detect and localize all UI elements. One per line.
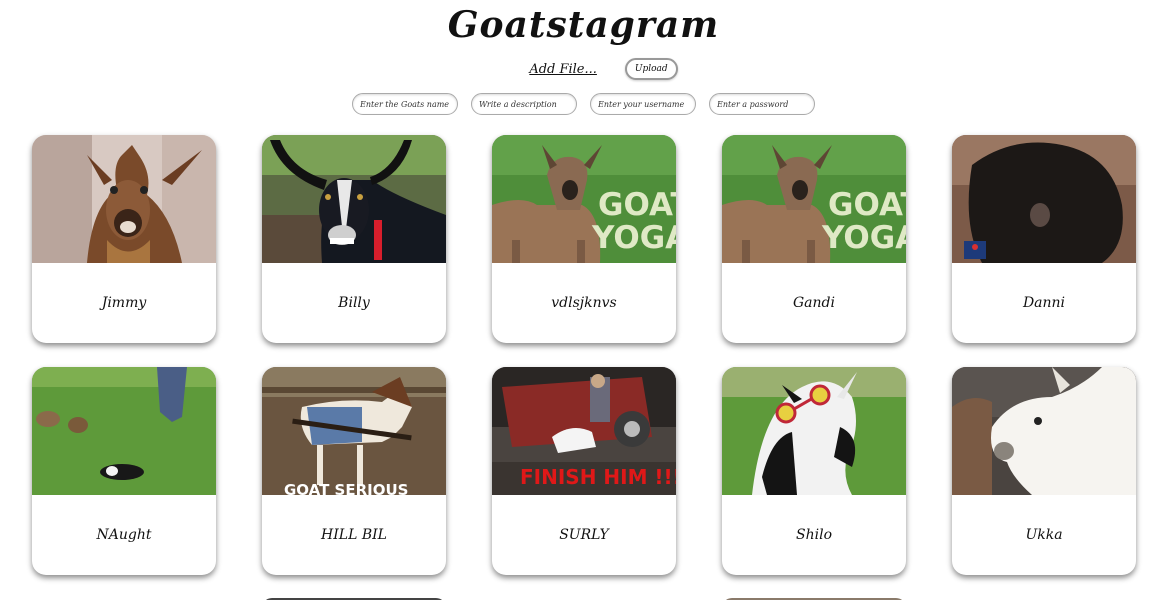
goat-card[interactable]: Danni: [952, 135, 1136, 343]
goat-photo: [722, 367, 906, 495]
goat-grid: Jimmy Billy GOA YOG vdlsjknvs GOA YOG Ga…: [32, 135, 1136, 575]
username-input[interactable]: [590, 93, 696, 115]
add-file-button[interactable]: Add File...: [529, 62, 597, 77]
goat-card[interactable]: Shilo: [722, 367, 906, 575]
goat-card[interactable]: Billy: [262, 135, 446, 343]
goat-yoga-text: GOAT: [828, 187, 906, 223]
goat-name: Jimmy: [101, 295, 147, 311]
goat-card[interactable]: GOAT SERIOUS HILL BIL: [262, 367, 446, 575]
goat-card[interactable]: FINISH HIM !!! SURLY: [492, 367, 676, 575]
goat-name: Billy: [338, 295, 370, 311]
goat-photo: [32, 135, 216, 263]
goat-yoga-text: GOAT: [598, 187, 676, 223]
goat-card[interactable]: Jimmy: [32, 135, 216, 343]
upload-row: Add File... Upload: [0, 58, 1167, 80]
goat-photo: [262, 135, 446, 263]
goat-form: [0, 93, 1167, 115]
goat-caption-text: FINISH HIM !!!: [520, 465, 676, 489]
goat-name: NAught: [96, 527, 152, 543]
goat-name: Danni: [1022, 295, 1066, 311]
description-input[interactable]: [471, 93, 577, 115]
goat-name-input[interactable]: [352, 93, 458, 115]
goat-caption-text: GOAT SERIOUS: [284, 481, 409, 496]
goat-name: Gandi: [793, 295, 835, 311]
goat-name: SURLY: [559, 527, 609, 543]
goat-yoga-text: YOGA: [592, 220, 676, 256]
goat-photo: [32, 367, 216, 495]
page-title: Goatstagram: [447, 4, 720, 46]
goat-name: vdlsjknvs: [551, 295, 617, 311]
goat-photo: GOAT SERIOUS: [262, 367, 446, 495]
goat-name: Ukka: [1025, 527, 1063, 543]
upload-button[interactable]: Upload: [624, 58, 678, 80]
goat-card[interactable]: GOAT YOGA Gandi: [722, 135, 906, 343]
goat-photo: [952, 135, 1136, 263]
goat-photo: FINISH HIM !!!: [492, 367, 676, 495]
goat-name: Shilo: [796, 527, 832, 543]
goat-photo: GOAT YOGA: [722, 135, 906, 263]
goatstagram-page: Goatstagram Add File... Upload Enter the…: [0, 0, 1167, 600]
password-input[interactable]: [709, 93, 815, 115]
goat-photo: [952, 367, 1136, 495]
goat-card[interactable]: GOAT YOGA vdlsjknvs: [492, 135, 676, 343]
goat-photo: GOAT YOGA: [492, 135, 676, 263]
goat-card[interactable]: Ukka: [952, 367, 1136, 575]
goat-card[interactable]: NAught: [32, 367, 216, 575]
goat-name: HILL BIL: [321, 527, 387, 543]
goat-yoga-text: YOGA: [822, 220, 906, 256]
